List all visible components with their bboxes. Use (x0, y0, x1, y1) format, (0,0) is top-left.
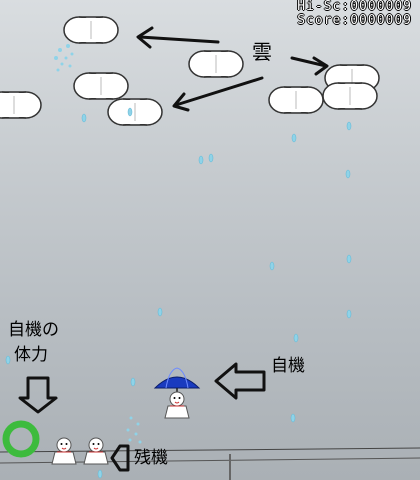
score-display: Hi-Sc:0000009 Score:0000009 (297, 0, 412, 28)
cloud-enemy (0, 91, 42, 119)
cloud-label: 雲 (252, 40, 272, 64)
cloud-enemy (107, 98, 163, 126)
player-character (153, 367, 201, 419)
hiscore-text: Hi-Sc:0000009 (297, 0, 412, 14)
arrow-to-lives (110, 444, 130, 472)
hp-label-line1: 自機の (8, 320, 59, 340)
arrow-to-cloud-right (290, 56, 329, 76)
arrow-to-player (214, 362, 266, 400)
arrow-to-hp (18, 376, 58, 414)
hp-label-line2: 体力 (14, 345, 48, 365)
cloud-enemy (73, 72, 129, 100)
arrow-to-cloud-left (136, 26, 220, 49)
raindrops (5, 107, 352, 479)
game-scene (0, 16, 420, 480)
score-text: Score:0000009 (297, 13, 412, 28)
cloud-enemy (268, 86, 324, 114)
player-label: 自機 (271, 356, 305, 376)
cloud-enemy (322, 82, 378, 110)
arrow-to-cloud-lower (172, 76, 264, 112)
cloud-enemy (188, 50, 244, 78)
cloud-enemy (63, 16, 119, 44)
lives-label: 残機 (134, 448, 168, 468)
hp-gauge-ring (2, 420, 40, 458)
